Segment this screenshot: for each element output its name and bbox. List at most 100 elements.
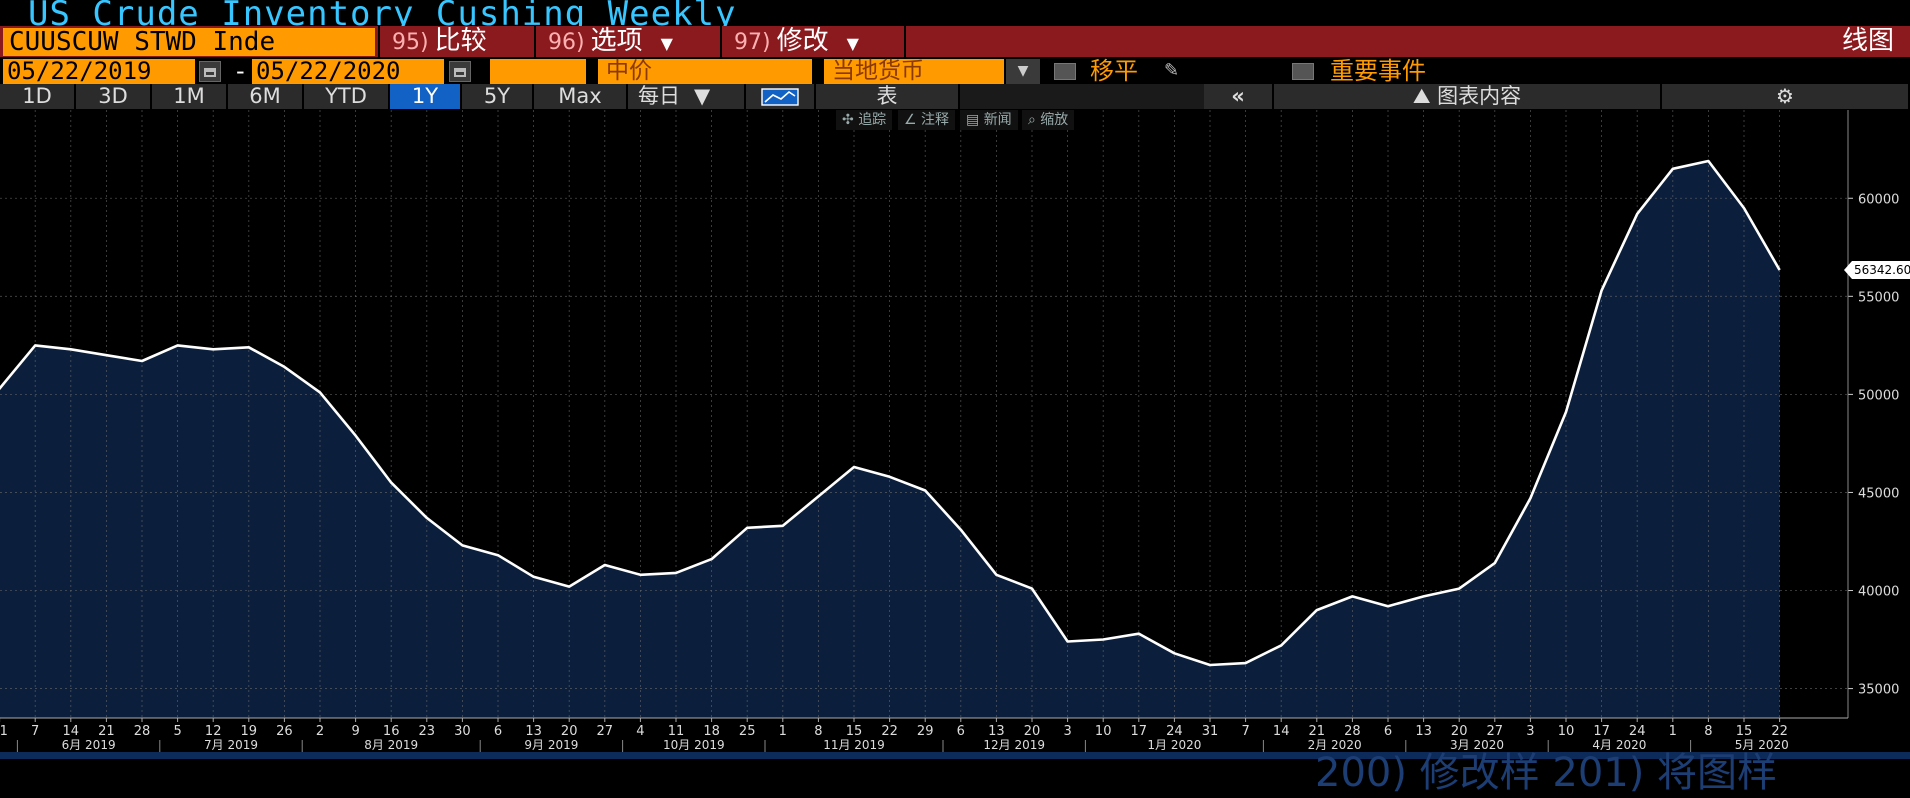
x-tick-label: 28	[134, 724, 151, 739]
period-5y[interactable]: 5Y	[462, 84, 534, 109]
events-checkbox[interactable]	[1292, 63, 1314, 80]
y-tick-label: 60000	[1858, 192, 1899, 207]
start-date-field[interactable]: 05/22/2019	[3, 59, 195, 84]
y-tick-label: 55000	[1858, 290, 1899, 305]
x-tick-label: 6	[957, 724, 965, 739]
chevron-down-icon: ▼	[846, 34, 859, 53]
compare-number: 95)	[392, 30, 429, 55]
x-tick-label: 20	[1024, 724, 1041, 739]
options-number: 96)	[548, 30, 585, 55]
period-6m[interactable]: 6M	[228, 84, 304, 109]
period-1d[interactable]: 1D	[0, 84, 76, 109]
track-tool[interactable]: ✣ 追踪	[836, 110, 893, 130]
period-ytd[interactable]: YTD	[304, 84, 390, 109]
x-month-label: 9月 2019	[524, 738, 578, 752]
x-tick-label: 2	[316, 724, 324, 739]
calendar-icon[interactable]	[449, 61, 471, 82]
x-tick-label: 1	[1669, 724, 1677, 739]
period-3d[interactable]: 3D	[76, 84, 152, 109]
x-tick-label: 13	[988, 724, 1005, 739]
chart-content-label: 图表内容	[1437, 84, 1522, 108]
x-tick-label: 21	[98, 724, 115, 739]
end-date-field[interactable]: 05/22/2020	[252, 59, 444, 84]
x-tick-label: 25	[739, 724, 756, 739]
gear-icon[interactable]: ⚙	[1662, 84, 1910, 109]
x-tick-label: 10	[1558, 724, 1575, 739]
blank-field[interactable]	[490, 59, 586, 84]
chart-type-label: 线图	[1841, 26, 1894, 56]
x-tick-label: 20	[561, 724, 578, 739]
line-chart-button[interactable]	[746, 84, 816, 109]
x-tick-label: 14	[1273, 724, 1290, 739]
pencil-icon[interactable]: ✎	[1164, 60, 1179, 81]
table-button[interactable]: 表	[816, 84, 960, 109]
x-tick-label: 8	[814, 724, 822, 739]
x-month-label: 1月 2020	[1147, 738, 1201, 752]
x-tick-label: 27	[597, 724, 614, 739]
chevron-down-icon[interactable]: ▼	[1006, 59, 1040, 84]
track-label: 追踪	[858, 112, 887, 128]
calendar-icon[interactable]	[199, 61, 221, 82]
frequency-label: 每日	[638, 84, 680, 108]
annotate-tool[interactable]: ∠ 注释	[898, 110, 956, 130]
chart-content-icon: ⛰	[1412, 84, 1431, 108]
chart-content-button[interactable]: ⛰ 图表内容	[1274, 84, 1662, 109]
price-field-select[interactable]: 中价	[598, 59, 812, 84]
x-tick-label: 7	[1241, 724, 1249, 739]
compare-menu[interactable]: 95) 比较	[378, 26, 534, 57]
period-1y[interactable]: 1Y	[390, 84, 462, 109]
x-tick-label: 28	[1344, 724, 1361, 739]
x-tick-label: 17	[1131, 724, 1148, 739]
x-tick-label: 31	[0, 724, 8, 739]
x-month-label: 12月 2019	[983, 738, 1045, 752]
frequency-select[interactable]: 每日 ▼	[628, 84, 746, 109]
x-tick-label: 21	[1309, 724, 1326, 739]
options-menu[interactable]: 96) 选项 ▼	[534, 26, 720, 57]
x-tick-label: 26	[276, 724, 293, 739]
shift-checkbox[interactable]	[1054, 63, 1076, 80]
x-tick-label: 15	[846, 724, 863, 739]
y-tick-label: 35000	[1858, 683, 1899, 698]
x-month-label: 10月 2019	[663, 738, 725, 752]
edit-menu[interactable]: 97) 修改 ▼	[720, 26, 906, 57]
x-tick-label: 13	[525, 724, 542, 739]
period-1m[interactable]: 1M	[152, 84, 228, 109]
events-label: 重要事件	[1330, 57, 1426, 85]
chart-area[interactable]: 35000400004500050000550006000056342.6031…	[0, 110, 1910, 752]
x-month-label: 11月 2019	[823, 738, 885, 752]
x-tick-label: 22	[881, 724, 898, 739]
x-tick-label: 4	[636, 724, 644, 739]
period-max[interactable]: Max	[534, 84, 628, 109]
x-tick-label: 9	[351, 724, 359, 739]
zoom-tool[interactable]: ⌕ 缩放	[1022, 110, 1075, 130]
x-tick-label: 3	[1526, 724, 1534, 739]
collapse-icon[interactable]: «	[1204, 84, 1274, 109]
x-tick-label: 24	[1166, 724, 1183, 739]
x-month-label: 8月 2019	[364, 738, 418, 752]
chevron-down-icon: ▼	[660, 34, 673, 53]
x-month-label: 7月 2019	[204, 738, 258, 752]
annotate-label: 注释	[921, 112, 950, 128]
x-tick-label: 7	[31, 724, 39, 739]
x-tick-label: 14	[63, 724, 80, 739]
x-tick-label: 8	[1704, 724, 1712, 739]
ghost-menu-text: 200) 修改样 201) 将图样	[1315, 750, 1778, 796]
x-tick-label: 22	[1771, 724, 1788, 739]
x-tick-label: 29	[917, 724, 934, 739]
ticker-field[interactable]: CUUSCUW STWD Inde	[3, 28, 375, 56]
x-tick-label: 24	[1629, 724, 1646, 739]
x-tick-label: 6	[494, 724, 502, 739]
currency-select[interactable]: 当地货币	[824, 59, 1004, 84]
x-month-label: 6月 2019	[62, 738, 116, 752]
x-tick-label: 30	[454, 724, 471, 739]
line-chart-icon	[761, 88, 799, 106]
x-tick-label: 15	[1736, 724, 1753, 739]
x-tick-label: 13	[1415, 724, 1432, 739]
options-label: 选项	[590, 26, 643, 56]
x-tick-label: 31	[1202, 724, 1219, 739]
x-tick-label: 17	[1593, 724, 1610, 739]
x-tick-label: 27	[1487, 724, 1504, 739]
x-tick-label: 20	[1451, 724, 1468, 739]
news-tool[interactable]: ▤ 新闻	[960, 110, 1018, 130]
compare-label: 比较	[434, 26, 487, 56]
